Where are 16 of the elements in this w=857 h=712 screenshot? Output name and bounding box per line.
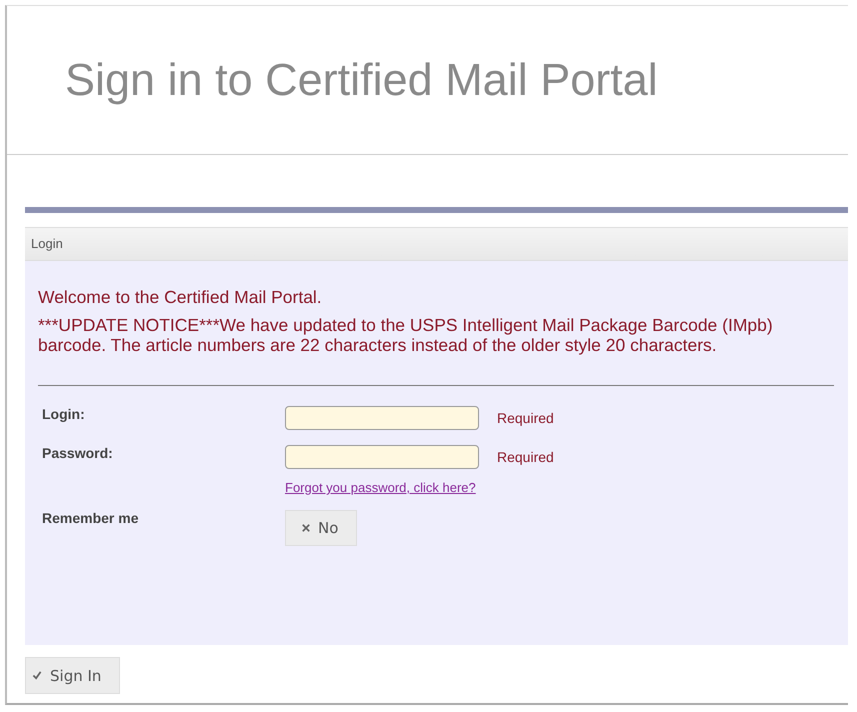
required-hint: Required: [497, 410, 554, 426]
login-field[interactable]: [285, 406, 479, 430]
forgot-password-link[interactable]: Forgot you password, click here?: [285, 480, 476, 495]
close-icon: [302, 524, 310, 532]
password-field[interactable]: [285, 445, 479, 469]
field-label: Remember me: [42, 510, 140, 526]
check-icon: [32, 671, 42, 680]
notice-text: Welcome to the Certified Mail Portal.: [38, 287, 323, 307]
required-hint: Required: [497, 449, 554, 465]
field-label: Login:: [42, 406, 86, 422]
remember-toggle[interactable]: No: [285, 510, 358, 546]
field-label: Password:: [42, 445, 114, 461]
sign-in-button[interactable]: Sign In: [25, 657, 120, 694]
notice-text: ***UPDATE NOTICE***We have updated to the USPS Intelligent Mail Package Barcode (IMpb) barcode. The article numbers are 22 characters instead of the older style 20 characters.: [38, 315, 774, 355]
page-title: Sign in to Certified Mail Portal: [64, 53, 659, 107]
panel-header: Login: [25, 227, 848, 261]
